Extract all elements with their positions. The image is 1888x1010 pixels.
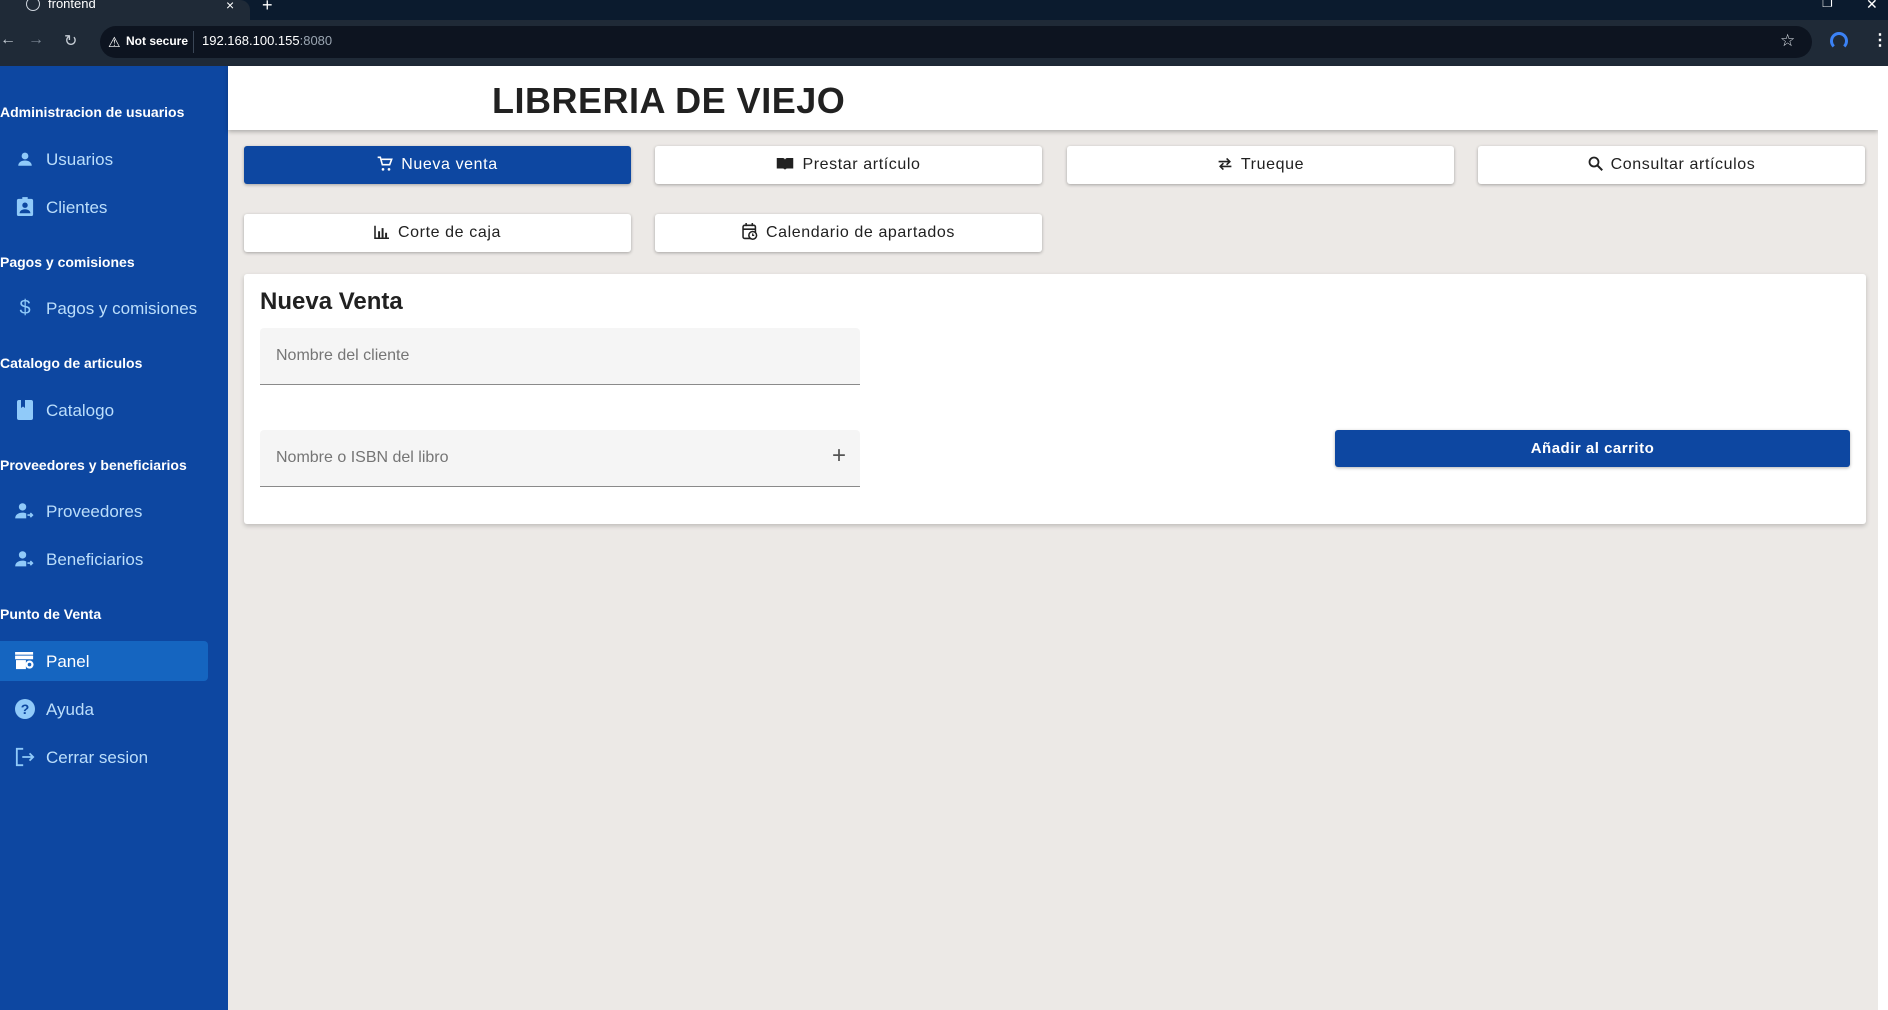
tab-favicon-icon <box>26 0 40 11</box>
app-header: LIBRERIA DE VIEJO <box>228 66 1878 130</box>
open-book-icon <box>776 157 794 174</box>
tab-close-icon[interactable]: × <box>226 0 234 13</box>
sidebar-item-clientes[interactable]: Clientes <box>0 187 208 227</box>
book-search-input[interactable] <box>260 430 860 486</box>
button-label: Trueque <box>1240 156 1305 173</box>
sidebar-item-proveedores[interactable]: Proveedores <box>0 491 208 531</box>
forward-icon[interactable]: → <box>28 31 44 49</box>
add-to-cart-button[interactable]: Añadir al carrito <box>1335 430 1850 467</box>
button-label: Consultar artículos <box>1610 156 1756 173</box>
button-label: Nueva venta <box>401 156 498 173</box>
client-name-input[interactable] <box>260 328 860 384</box>
section-title-proveedores: Proveedores y beneficiarios <box>0 457 187 473</box>
book-icon <box>14 399 36 421</box>
prestar-articulo-button[interactable]: Prestar artículo <box>655 146 1042 184</box>
reload-icon[interactable]: ↻ <box>64 31 77 51</box>
url-text[interactable]: 192.168.100.155:8080 <box>202 33 332 48</box>
search-icon <box>1588 156 1603 174</box>
bar-chart-icon <box>374 225 390 242</box>
trueque-button[interactable]: Trueque <box>1067 146 1454 184</box>
section-title-catalogo: Catalogo de articulos <box>0 355 143 371</box>
sidebar-item-label: Usuarios <box>46 150 114 169</box>
book-search-field[interactable]: + <box>260 430 860 487</box>
section-title-pagos: Pagos y comisiones <box>0 254 135 270</box>
browser-tab[interactable]: frontend × <box>0 0 250 20</box>
bookmark-star-icon[interactable]: ☆ <box>1780 31 1795 51</box>
dollar-icon: $ <box>19 296 31 319</box>
logout-icon <box>14 746 36 768</box>
browser-toolbar: ← → ↻ ⚠ Not secure 192.168.100.155:8080 … <box>0 20 1888 66</box>
new-tab-icon[interactable]: + <box>262 0 273 16</box>
sidebar-item-panel[interactable]: Panel <box>0 641 208 681</box>
nueva-venta-card: Nueva Venta + Añadir al carrito <box>244 274 1866 524</box>
svg-text:?: ? <box>21 701 30 717</box>
tab-title: frontend <box>48 0 96 11</box>
calendario-apartados-button[interactable]: Calendario de apartados <box>655 214 1042 252</box>
window-restore-icon[interactable]: ❐ <box>1822 0 1833 10</box>
person-arrow-icon <box>14 548 36 570</box>
security-label[interactable]: Not secure <box>126 34 188 48</box>
sidebar-item-label: Ayuda <box>46 700 94 719</box>
sidebar-item-beneficiarios[interactable]: Beneficiarios <box>0 539 208 579</box>
button-label: Corte de caja <box>398 224 501 241</box>
calendar-clock-icon <box>742 223 758 243</box>
url-host: 192.168.100.155 <box>202 33 300 48</box>
button-label: Prestar artículo <box>802 156 921 173</box>
page-title: LIBRERIA DE VIEJO <box>492 80 846 121</box>
extension-icon[interactable] <box>1830 32 1848 50</box>
swap-icon <box>1217 157 1233 174</box>
sidebar-item-label: Clientes <box>46 198 108 217</box>
sidebar-item-catalogo[interactable]: Catalogo <box>0 390 208 430</box>
store-icon <box>14 650 36 672</box>
plus-icon[interactable]: + <box>832 444 846 468</box>
browser-tab-strip: frontend × + ❐ ✕ <box>0 0 1888 20</box>
sidebar-item-label: Cerrar sesion <box>46 748 149 767</box>
section-title-punto-venta: Punto de Venta <box>0 606 102 622</box>
window-close-icon[interactable]: ✕ <box>1866 0 1878 13</box>
scrollbar[interactable] <box>1878 66 1888 1010</box>
button-label: Calendario de apartados <box>765 224 956 241</box>
sidebar-item-ayuda[interactable]: ? Ayuda <box>0 689 208 729</box>
address-bar[interactable] <box>100 26 1812 58</box>
consultar-articulos-button[interactable]: Consultar artículos <box>1478 146 1865 184</box>
sidebar-item-label: Beneficiarios <box>46 550 144 569</box>
sidebar-item-cerrar-sesion[interactable]: Cerrar sesion <box>0 737 208 777</box>
back-icon[interactable]: ← <box>0 31 16 49</box>
nueva-venta-button[interactable]: Nueva venta <box>244 146 631 184</box>
corte-de-caja-button[interactable]: Corte de caja <box>244 214 631 252</box>
contact-card-icon <box>14 196 36 218</box>
sidebar: Administracion de usuarios Usuarios Clie… <box>0 66 228 1010</box>
sidebar-item-label: Catalogo <box>46 401 115 420</box>
person-arrow-icon <box>14 500 36 522</box>
person-icon <box>14 148 36 170</box>
sidebar-item-label: Panel <box>46 652 90 671</box>
url-port: :8080 <box>299 33 333 48</box>
help-icon: ? <box>14 698 36 720</box>
client-name-field[interactable] <box>260 328 860 385</box>
card-title: Nueva Venta <box>260 288 403 315</box>
section-title-usuarios: Administracion de usuarios <box>0 104 185 120</box>
sidebar-item-usuarios[interactable]: Usuarios <box>0 139 208 179</box>
cart-icon <box>377 156 394 175</box>
sidebar-item-label: Proveedores <box>46 502 143 521</box>
sidebar-item-pagos[interactable]: $ Pagos y comisiones <box>0 288 208 328</box>
browser-menu-icon[interactable]: ⋮ <box>1872 30 1888 50</box>
url-separator <box>193 31 194 53</box>
sidebar-item-label: Pagos y comisiones <box>46 299 198 318</box>
warning-icon[interactable]: ⚠ <box>108 34 121 51</box>
